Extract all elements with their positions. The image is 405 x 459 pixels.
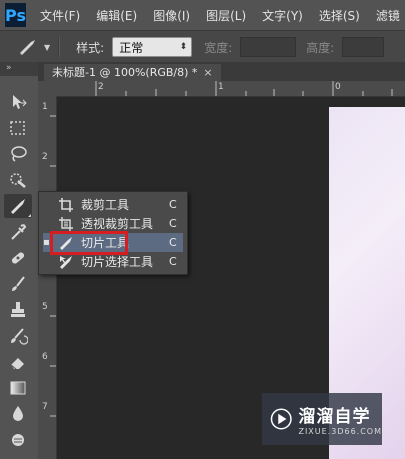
menu-bar: Ps 文件(F) 编辑(E) 图像(I) 图层(L) 文字(Y) 选择(S) 滤… xyxy=(0,0,405,30)
document-tab[interactable]: 未标题-1 @ 100%(RGB/8) * × xyxy=(44,64,221,81)
flyout-indicator xyxy=(28,214,31,217)
flyout-item-label: 裁剪工具 xyxy=(81,198,130,212)
shortcut-key: C xyxy=(169,217,177,230)
perspective-crop-tool-icon xyxy=(57,216,75,232)
ruler-label: 2 xyxy=(98,82,104,92)
marquee-tool-button[interactable] xyxy=(4,116,32,140)
flyout-item-crop[interactable]: 裁剪工具 C xyxy=(43,195,183,214)
style-select[interactable]: 正常 ⬍ xyxy=(112,37,193,57)
active-bullet: ▪ xyxy=(43,237,50,248)
gradient-tool-button[interactable] xyxy=(4,376,32,400)
gradient-tool-icon xyxy=(10,381,26,395)
shortcut-key: C xyxy=(169,255,177,268)
menu-layer[interactable]: 图层(L) xyxy=(206,7,246,24)
tool-preset-picker[interactable] xyxy=(14,36,42,58)
annotation-highlight-box xyxy=(50,231,128,255)
eyedropper-tool-icon xyxy=(11,224,27,240)
ruler-ticks xyxy=(95,81,393,96)
ruler-label: 1 xyxy=(218,82,224,92)
style-value: 正常 xyxy=(119,40,144,55)
width-label: 宽度: xyxy=(204,40,233,55)
watermark-url: ZIXUE.3D66.COM xyxy=(298,427,382,436)
select-arrows-icon: ⬍ xyxy=(179,42,188,52)
crop-tool-icon xyxy=(57,197,75,213)
flyout-item-label: 透视裁剪工具 xyxy=(81,217,154,231)
watermark: 溜溜自学 ZIXUE.3D66.COM xyxy=(262,393,382,445)
clone-stamp-tool-icon xyxy=(11,302,25,317)
horizontal-ruler[interactable]: 2 1 0 xyxy=(56,81,405,97)
slice-tool-button[interactable] xyxy=(4,194,32,218)
eraser-tool-button[interactable] xyxy=(4,350,32,374)
menu-type[interactable]: 文字(Y) xyxy=(262,7,303,24)
ruler-label: 0 xyxy=(335,82,341,92)
brush-tool-button[interactable] xyxy=(4,272,32,296)
dodge-tool-button[interactable] xyxy=(4,428,32,452)
photoshop-logo: Ps xyxy=(5,3,26,27)
slice-select-tool-icon xyxy=(57,254,75,270)
ruler-label: 5 xyxy=(42,302,48,312)
slice-tool-icon xyxy=(11,199,25,214)
eraser-tool-icon xyxy=(10,358,24,370)
history-brush-tool-button[interactable] xyxy=(4,324,32,348)
panel-collapse-toggle[interactable]: » xyxy=(0,62,38,76)
menu-image[interactable]: 图像(I) xyxy=(153,7,190,24)
ruler-label: 2 xyxy=(42,152,48,162)
healing-brush-tool-icon xyxy=(11,252,25,264)
blur-tool-icon xyxy=(13,406,23,421)
slice-tool-icon xyxy=(19,40,35,56)
dodge-tool-icon xyxy=(12,434,24,446)
ruler-label: 6 xyxy=(42,352,48,362)
healing-brush-tool-button[interactable] xyxy=(4,246,32,270)
menu-edit[interactable]: 编辑(E) xyxy=(96,7,137,24)
brush-tool-icon xyxy=(12,276,25,291)
menu-file[interactable]: 文件(F) xyxy=(40,7,80,24)
document-title: 未标题-1 @ 100%(RGB/8) * xyxy=(52,66,198,79)
lasso-tool-icon xyxy=(11,146,27,162)
width-field[interactable] xyxy=(240,37,297,57)
height-field[interactable] xyxy=(342,37,385,57)
ruler-label: 7 xyxy=(42,402,48,412)
quick-selection-tool-icon xyxy=(10,173,26,188)
history-brush-tool-icon xyxy=(11,328,28,345)
vertical-ruler[interactable]: 1 2 3 4 5 6 7 xyxy=(38,96,57,459)
divider xyxy=(58,37,61,57)
ruler-label: 1 xyxy=(42,102,48,112)
shortcut-key: C xyxy=(169,198,177,211)
options-bar: ▼ 样式: 正常 ⬍ 宽度: 高度: xyxy=(0,30,405,64)
clone-stamp-tool-button[interactable] xyxy=(4,298,32,322)
menu-filter[interactable]: 滤镜 xyxy=(376,7,400,24)
lasso-tool-button[interactable] xyxy=(4,142,32,166)
blur-tool-button[interactable] xyxy=(4,402,32,426)
tools-panel: » xyxy=(0,62,39,459)
marquee-tool-icon xyxy=(10,121,25,135)
style-label: 样式: xyxy=(76,40,105,55)
eyedropper-tool-button[interactable] xyxy=(4,220,32,244)
shortcut-key: C xyxy=(169,236,177,249)
ruler-origin[interactable] xyxy=(38,81,56,96)
menu-select[interactable]: 选择(S) xyxy=(319,7,360,24)
move-tool-icon xyxy=(13,95,27,109)
play-logo-icon xyxy=(270,408,292,430)
height-label: 高度: xyxy=(306,40,335,55)
watermark-title: 溜溜自学 xyxy=(298,407,371,427)
quick-selection-tool-button[interactable] xyxy=(4,168,32,192)
chevron-down-icon[interactable]: ▼ xyxy=(44,43,50,52)
close-icon[interactable]: × xyxy=(203,66,212,79)
move-tool-button[interactable] xyxy=(4,90,32,114)
document-tab-bar: 未标题-1 @ 100%(RGB/8) * × xyxy=(38,62,405,81)
flyout-item-label: 切片选择工具 xyxy=(81,255,154,269)
